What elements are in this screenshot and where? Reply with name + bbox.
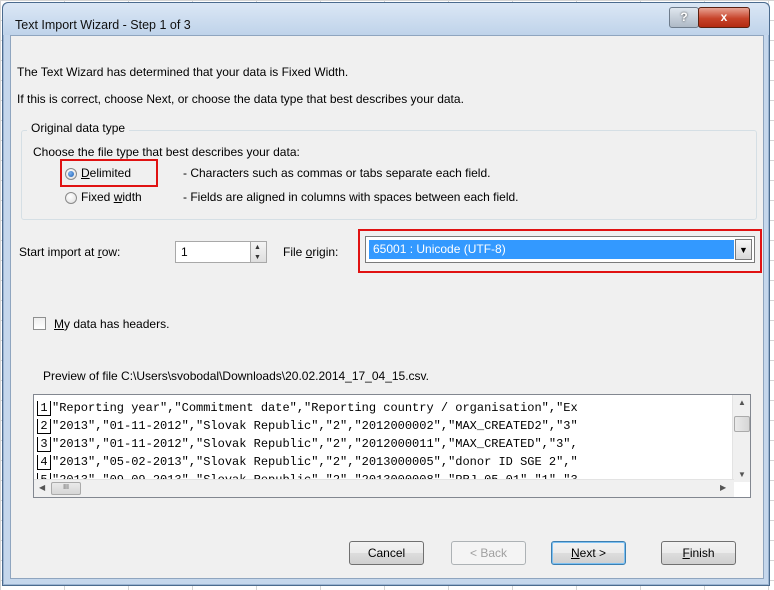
start-row-spinner[interactable]: ▲ ▼ [251, 241, 267, 263]
file-origin-highlight-box [358, 229, 762, 273]
line-number: 4 [37, 455, 51, 470]
data-type-prompt: Choose the file type that best describes… [33, 145, 300, 159]
finish-button-rest: inish [689, 546, 715, 560]
preview-horizontal-scrollbar[interactable]: ◀ III ▶ [34, 479, 734, 497]
window-title: Text Import Wizard - Step 1 of 3 [15, 18, 191, 32]
preview-line: 1 "Reporting year","Commitment date","Rep… [37, 399, 578, 417]
file-origin-label: File origin: [283, 245, 338, 259]
scroll-down-icon[interactable]: ▼ [738, 470, 746, 479]
scroll-left-icon[interactable]: ◀ [39, 483, 45, 492]
preview-lines: 1 "Reporting year","Commitment date","Rep… [37, 399, 578, 489]
text-import-wizard-dialog: Text Import Wizard - Step 1 of 3 ? x The… [2, 2, 770, 586]
vertical-scroll-thumb[interactable] [734, 416, 750, 432]
cancel-button[interactable]: Cancel [349, 541, 424, 565]
fixed-width-label-prefix: Fixed [81, 190, 114, 204]
line-number: 1 [37, 401, 51, 416]
spin-down-icon[interactable]: ▼ [254, 254, 261, 262]
line-text: "Reporting year","Commitment date","Repo… [52, 401, 578, 415]
title-bar[interactable]: Text Import Wizard - Step 1 of 3 ? x [3, 3, 769, 35]
finish-button-key: F [682, 546, 690, 560]
intro-line-2: If this is correct, choose Next, or choo… [17, 92, 464, 106]
help-button[interactable]: ? [669, 7, 699, 28]
headers-label-rest: y data has headers. [64, 317, 170, 331]
dialog-client-area: The Text Wizard has determined that your… [10, 35, 764, 579]
horizontal-scroll-thumb[interactable]: III [51, 482, 81, 495]
start-row-label: Start import at row: [19, 245, 120, 259]
fixed-width-radio[interactable] [65, 192, 77, 204]
headers-label[interactable]: My data has headers. [54, 317, 169, 331]
preview-line: 4 "2013","05-02-2013","Slovak Republic","… [37, 453, 578, 471]
preview-pane[interactable]: 1 "Reporting year","Commitment date","Rep… [33, 394, 751, 498]
headers-label-key: M [54, 317, 64, 331]
next-button[interactable]: Next > [551, 541, 626, 565]
line-number: 3 [37, 437, 51, 452]
finish-button[interactable]: Finish [661, 541, 736, 565]
start-row-input[interactable]: 1 [175, 241, 251, 263]
delimited-description: - Characters such as commas or tabs sepa… [183, 166, 491, 180]
line-text: "2013","01-11-2012","Slovak Republic","2… [52, 437, 578, 451]
scroll-right-icon[interactable]: ▶ [720, 483, 726, 492]
line-text: "2013","01-11-2012","Slovak Republic","2… [52, 419, 578, 433]
close-button[interactable]: x [698, 7, 750, 28]
preview-line: 3 "2013","01-11-2012","Slovak Republic","… [37, 435, 578, 453]
delimited-highlight-box [60, 159, 158, 187]
intro-line-1: The Text Wizard has determined that your… [17, 65, 349, 79]
start-row-label-prefix: Start import at [19, 245, 98, 259]
line-number: 2 [37, 419, 51, 434]
group-legend: Original data type [27, 121, 130, 135]
file-origin-label-rest: rigin: [312, 245, 339, 259]
next-button-key: N [570, 546, 580, 560]
next-button-rest: ext > [579, 546, 607, 560]
start-row-label-rest: ow: [101, 245, 121, 259]
fixed-width-description: - Fields are aligned in columns with spa… [183, 190, 519, 204]
preview-label: Preview of file C:\Users\svobodal\Downlo… [43, 369, 430, 383]
headers-checkbox[interactable] [33, 317, 46, 330]
back-button[interactable]: < Back [451, 541, 526, 565]
file-origin-label-prefix: File [283, 245, 306, 259]
preview-vertical-scrollbar[interactable]: ▲ ▼ [732, 395, 750, 482]
line-text: "2013","05-02-2013","Slovak Republic","2… [52, 455, 578, 469]
fixed-width-label[interactable]: Fixed width [81, 190, 142, 204]
preview-line: 2 "2013","01-11-2012","Slovak Republic","… [37, 417, 578, 435]
fixed-width-label-rest: idth [122, 190, 142, 204]
scroll-up-icon[interactable]: ▲ [738, 398, 746, 407]
spin-up-icon[interactable]: ▲ [254, 244, 261, 252]
